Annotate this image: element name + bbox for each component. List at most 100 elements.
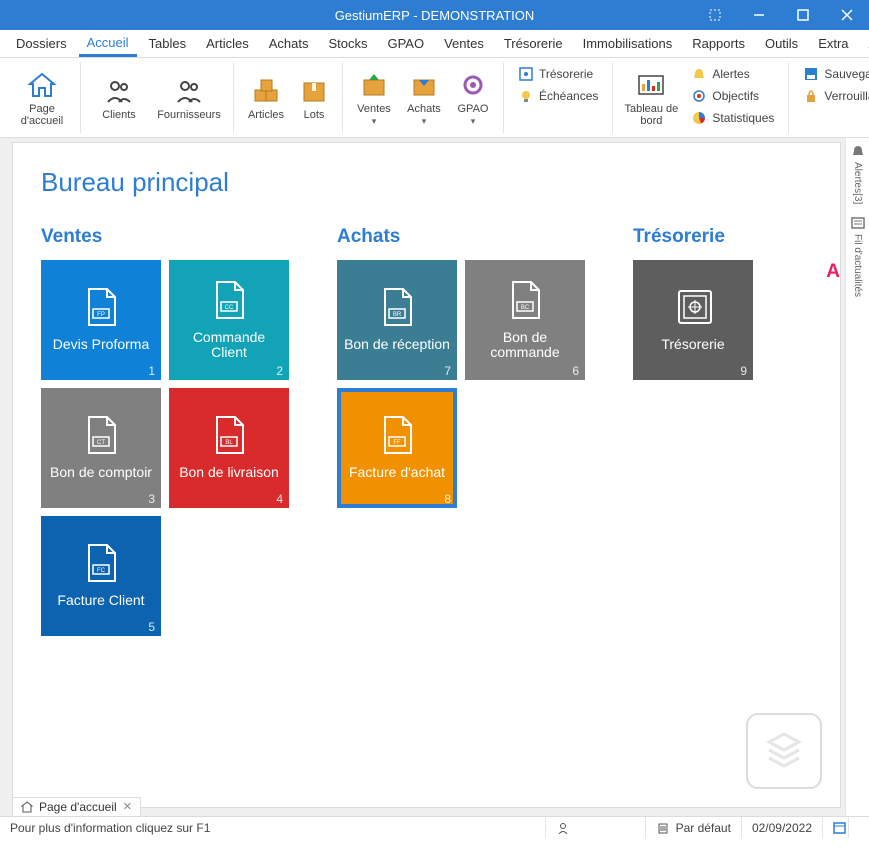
tile-label: Facture Client [57, 593, 144, 608]
boxes-icon [250, 75, 282, 107]
menu-stocks[interactable]: Stocks [320, 32, 375, 55]
tile-label: Trésorerie [661, 337, 724, 352]
menu-dossiers[interactable]: Dossiers [8, 32, 75, 55]
page-bureau-principal: Bureau principal Ventes FP Devis Proform… [12, 142, 841, 808]
tab-page-accueil[interactable]: Page d'accueil ✕ [12, 797, 141, 816]
sidebar-alertes[interactable]: Alertes[3] [851, 144, 865, 204]
ribbon-articles[interactable]: Articles [240, 62, 292, 134]
menu-articles[interactable]: Articles [198, 32, 257, 55]
menu-accueil[interactable]: Accueil [79, 31, 137, 57]
tile-label: Bon de réception [344, 337, 450, 352]
tile-label: Facture d'achat [349, 465, 445, 480]
target-icon [691, 88, 707, 104]
sidebar-fil-actualites[interactable]: Fil d'actualités [851, 216, 865, 297]
tile-number: 7 [444, 364, 451, 378]
page-title: Bureau principal [41, 167, 812, 198]
bell-icon [691, 66, 707, 82]
document-icon: CC [211, 280, 247, 320]
menu-rapports[interactable]: Rapports [684, 32, 753, 55]
tile-label: Bon de commande [469, 330, 581, 361]
fullscreen-button[interactable] [693, 0, 737, 30]
status-date[interactable]: 02/09/2022 [742, 817, 823, 838]
tile-bon-de-commande[interactable]: BC Bon de commande 6 [465, 260, 585, 380]
tile-bon-de-r-ception[interactable]: BR Bon de réception 7 [337, 260, 457, 380]
maximize-button[interactable] [781, 0, 825, 30]
tile-tr-sorerie[interactable]: Trésorerie 9 [633, 260, 753, 380]
news-icon [851, 216, 865, 230]
document-icon: BL [211, 415, 247, 455]
save-icon [803, 66, 819, 82]
tile-bon-de-livraison[interactable]: BL Bon de livraison 4 [169, 388, 289, 508]
ribbon-lots[interactable]: Lots [292, 62, 336, 134]
tile-label: Commande Client [173, 330, 285, 361]
menu-achats[interactable]: Achats [261, 32, 317, 55]
ribbon-statistiques[interactable]: Statistiques [687, 108, 778, 128]
lock-icon [803, 88, 819, 104]
statusbar: Pour plus d'information cliquez sur F1 P… [0, 816, 869, 838]
section-achats: Achats BR Bon de réception 7BC Bon de co… [337, 226, 597, 636]
menu-tables[interactable]: Tables [141, 32, 195, 55]
tile-commande-client[interactable]: CC Commande Client 2 [169, 260, 289, 380]
ribbon-gpao[interactable]: GPAO ▾ [449, 62, 497, 134]
box-icon [298, 75, 330, 107]
menu-ventes[interactable]: Ventes [436, 32, 492, 55]
menu-gpao[interactable]: GPAO [379, 32, 432, 55]
ribbon-alertes[interactable]: Alertes [687, 64, 778, 84]
svg-text:FP: FP [97, 312, 105, 318]
bulb-icon [518, 88, 534, 104]
section-ventes: Ventes FP Devis Proforma 1CC Commande Cl… [41, 226, 301, 636]
calendar-icon [833, 821, 846, 835]
tile-number: 8 [444, 492, 451, 506]
tile-bon-de-comptoir[interactable]: CT Bon de comptoir 3 [41, 388, 161, 508]
tile-number: 3 [148, 492, 155, 506]
status-user[interactable] [546, 817, 646, 838]
ribbon-achats[interactable]: Achats ▾ [399, 62, 449, 134]
tile-facture-client[interactable]: FC Facture Client 5 [41, 516, 161, 636]
tile-devis-proforma[interactable]: FP Devis Proforma 1 [41, 260, 161, 380]
tile-number: 1 [148, 364, 155, 378]
minimize-button[interactable] [737, 0, 781, 30]
ribbon: Page d'accueil Clients Fournisseurs Arti… [0, 58, 869, 138]
ribbon-ventes[interactable]: Ventes ▾ [349, 62, 399, 134]
document-icon [675, 287, 711, 327]
right-sidebar: Alertes[3] Fil d'actualités [845, 138, 869, 816]
close-button[interactable] [825, 0, 869, 30]
people-icon [173, 75, 205, 107]
menu-extra[interactable]: Extra [810, 32, 856, 55]
menu-affichage[interactable]: Affichage [861, 32, 869, 55]
tab-close-button[interactable]: ✕ [123, 800, 132, 813]
section-tresorerie: Trésorerie Trésorerie 9 [633, 226, 761, 636]
ribbon-verrouillage[interactable]: Verrouillage [799, 86, 869, 106]
watermark-logo [746, 713, 822, 789]
menu-immobilisations[interactable]: Immobilisations [575, 32, 681, 55]
ribbon-fournisseurs[interactable]: Fournisseurs [151, 62, 227, 134]
tile-label: Devis Proforma [53, 337, 149, 352]
tile-number: 4 [276, 492, 283, 506]
status-calendar[interactable] [823, 817, 849, 838]
ribbon-sauvegarde[interactable]: Sauvegarde [799, 64, 869, 84]
svg-text:CC: CC [225, 305, 234, 311]
window-title: GestiumERP - DEMONSTRATION [335, 8, 535, 23]
titlebar: GestiumERP - DEMONSTRATION [0, 0, 869, 30]
home-icon [21, 801, 33, 813]
tile-number: 9 [740, 364, 747, 378]
ribbon-objectifs[interactable]: Objectifs [687, 86, 778, 106]
ribbon-page-accueil[interactable]: Page d'accueil [10, 62, 74, 134]
chevron-down-icon: ▾ [471, 116, 476, 127]
menubar: Dossiers Accueil Tables Articles Achats … [0, 30, 869, 58]
home-icon [26, 69, 58, 101]
ribbon-clients[interactable]: Clients [87, 62, 151, 134]
menu-tresorerie[interactable]: Trésorerie [496, 32, 571, 55]
section-title-achats: Achats [337, 226, 597, 248]
tile-facture-d-achat[interactable]: FF Facture d'achat 8 [337, 388, 457, 508]
document-icon: BC [507, 280, 543, 320]
ribbon-echeances[interactable]: Échéances [514, 86, 602, 106]
ribbon-tresorerie[interactable]: Trésorerie [514, 64, 602, 84]
section-title-tresorerie: Trésorerie [633, 226, 761, 248]
cutoff-section-letter: A [826, 261, 840, 283]
svg-text:FC: FC [97, 568, 106, 574]
ribbon-tableau-bord[interactable]: Tableau de bord [619, 62, 683, 134]
status-hint: Pour plus d'information cliquez sur F1 [0, 817, 546, 838]
status-mode[interactable]: Par défaut [646, 817, 742, 838]
menu-outils[interactable]: Outils [757, 32, 806, 55]
